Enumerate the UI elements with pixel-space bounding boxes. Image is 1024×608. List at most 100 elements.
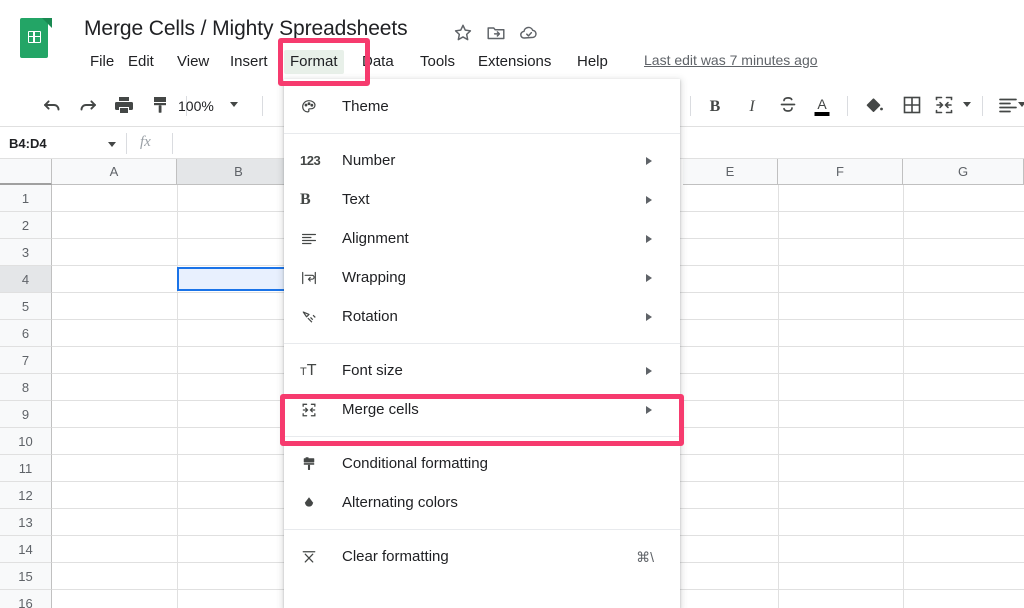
number-123-icon: 123: [300, 153, 321, 168]
menubar-item-format[interactable]: Format: [284, 50, 344, 74]
column-header-F[interactable]: F: [778, 159, 903, 185]
menu-item-text[interactable]: B Text: [284, 180, 680, 219]
row-header-3[interactable]: 3: [0, 239, 52, 266]
column-header-A[interactable]: A: [52, 159, 177, 185]
last-edit-status[interactable]: Last edit was 7 minutes ago: [644, 52, 818, 68]
droplet-icon: [300, 493, 326, 513]
submenu-arrow-icon: [646, 366, 652, 375]
menu-item-number[interactable]: 123 Number: [284, 141, 680, 180]
row-header-14[interactable]: 14: [0, 536, 52, 563]
menu-item-alternating-colors[interactable]: Alternating colors: [284, 483, 680, 522]
submenu-arrow-icon: [646, 312, 652, 321]
menubar-item-insert[interactable]: Insert: [224, 50, 274, 74]
select-all-corner[interactable]: [0, 159, 52, 185]
menubar-item-tools[interactable]: Tools: [414, 50, 461, 74]
borders-button[interactable]: [900, 93, 924, 117]
zoom-level-value[interactable]: 100%: [178, 98, 214, 114]
align-dropdown-caret-icon[interactable]: [1018, 102, 1024, 107]
menu-item-font-size[interactable]: TT Font size: [284, 351, 680, 390]
column-header-B[interactable]: B: [177, 159, 301, 185]
row-header-15[interactable]: 15: [0, 563, 52, 590]
fill-color-button[interactable]: [862, 93, 886, 117]
toolbar-separator: [262, 96, 263, 116]
row-header-2[interactable]: 2: [0, 212, 52, 239]
star-icon[interactable]: [452, 22, 474, 44]
strikethrough-button[interactable]: [776, 93, 800, 117]
submenu-arrow-icon: [646, 234, 652, 243]
format-dropdown-menu: Theme 123 Number B Text Alignment Wrapping Rota…: [284, 79, 680, 608]
row-header-1[interactable]: 1: [0, 185, 52, 212]
merge-cells-button[interactable]: [932, 93, 956, 117]
menu-item-label: Alternating colors: [342, 494, 458, 511]
menu-separator: [284, 436, 680, 437]
menubar-item-extensions[interactable]: Extensions: [472, 50, 557, 74]
menu-item-label: Rotation: [342, 308, 398, 325]
column-header-E[interactable]: E: [683, 159, 778, 185]
palette-icon: [300, 97, 326, 117]
menu-item-theme[interactable]: Theme: [284, 87, 680, 126]
menubar-item-file[interactable]: File: [84, 50, 120, 74]
menu-item-alignment[interactable]: Alignment: [284, 219, 680, 258]
merge-cells-icon: [300, 400, 326, 420]
redo-button[interactable]: [76, 93, 100, 117]
alignment-icon: [300, 229, 326, 249]
svg-text:B: B: [710, 98, 721, 115]
row-header-10[interactable]: 10: [0, 428, 52, 455]
move-to-folder-icon[interactable]: [485, 22, 507, 44]
bold-button[interactable]: B: [703, 93, 727, 117]
menu-item-shortcut: ⌘\: [636, 548, 654, 565]
menu-item-label: Theme: [342, 98, 389, 115]
grid-vline: [903, 185, 904, 608]
menubar-item-data[interactable]: Data: [356, 50, 400, 74]
wrapping-icon: [300, 268, 326, 288]
menu-item-label: Number: [342, 152, 396, 169]
toolbar-separator: [847, 96, 848, 116]
row-header-9[interactable]: 9: [0, 401, 52, 428]
google-sheets-logo-icon: [16, 16, 52, 62]
italic-button[interactable]: I: [740, 93, 764, 117]
row-header-5[interactable]: 5: [0, 293, 52, 320]
grid-vline: [177, 185, 178, 608]
name-box[interactable]: B4:D4: [9, 133, 121, 154]
menu-item-label: Conditional formatting: [342, 455, 488, 472]
document-title[interactable]: Merge Cells / Mighty Spreadsheets: [84, 17, 408, 41]
menubar-item-edit[interactable]: Edit: [122, 50, 160, 74]
menubar-item-view[interactable]: View: [171, 50, 215, 74]
zoom-dropdown-caret-icon[interactable]: [230, 102, 238, 107]
text-color-button[interactable]: A: [810, 93, 834, 119]
app-header: Merge Cells / Mighty Spreadsheets File Ed…: [0, 0, 1024, 84]
menubar-item-help[interactable]: Help: [571, 50, 614, 74]
submenu-arrow-icon: [646, 195, 652, 204]
menu-item-label: Font size: [342, 362, 403, 379]
cloud-saved-icon[interactable]: [518, 22, 540, 44]
menu-item-label: Wrapping: [342, 269, 406, 286]
print-button[interactable]: [112, 93, 136, 117]
submenu-arrow-icon: [646, 273, 652, 282]
undo-button[interactable]: [40, 93, 64, 117]
row-header-11[interactable]: 11: [0, 455, 52, 482]
rotation-icon: [300, 307, 326, 327]
divider: [126, 133, 127, 154]
menu-item-wrapping[interactable]: Wrapping: [284, 258, 680, 297]
menu-item-conditional-formatting[interactable]: Conditional formatting: [284, 444, 680, 483]
menu-item-label: Clear formatting: [342, 548, 449, 565]
menu-item-rotation[interactable]: Rotation: [284, 297, 680, 336]
menu-item-clear-formatting[interactable]: Clear formatting ⌘\: [284, 537, 680, 576]
row-header-7[interactable]: 7: [0, 347, 52, 374]
row-header-13[interactable]: 13: [0, 509, 52, 536]
menu-separator: [284, 133, 680, 134]
horizontal-align-button[interactable]: [996, 93, 1020, 117]
clear-format-icon: [300, 547, 326, 567]
paint-roller-icon: [300, 454, 326, 474]
column-header-G[interactable]: G: [903, 159, 1024, 185]
row-header-8[interactable]: 8: [0, 374, 52, 401]
row-header-6[interactable]: 6: [0, 320, 52, 347]
row-header-16[interactable]: 16: [0, 590, 52, 608]
bold-b-icon: B: [300, 190, 311, 208]
menu-item-merge-cells[interactable]: Merge cells: [284, 390, 680, 429]
merge-dropdown-caret-icon[interactable]: [963, 102, 971, 107]
row-header-12[interactable]: 12: [0, 482, 52, 509]
paint-format-button[interactable]: [148, 93, 172, 117]
row-header-4[interactable]: 4: [0, 266, 52, 293]
name-box-caret-icon[interactable]: [108, 142, 116, 147]
